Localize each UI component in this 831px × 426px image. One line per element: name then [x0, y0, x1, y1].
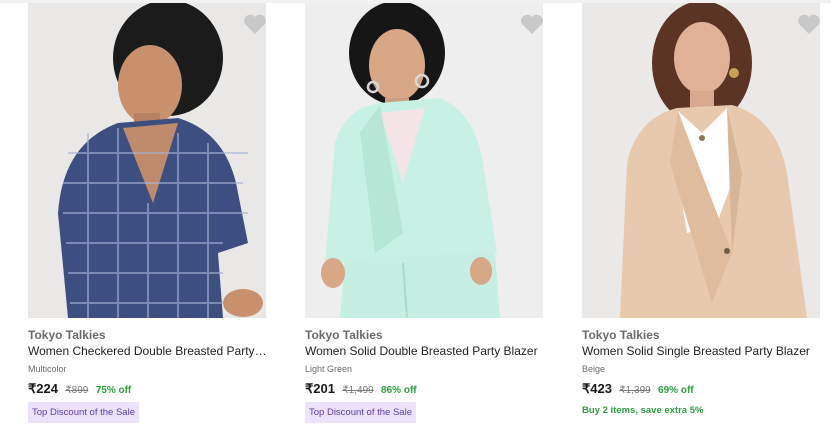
price-row: ₹423 ₹1,399 69% off	[582, 381, 694, 397]
original-price: ₹899	[65, 385, 89, 396]
heart-icon[interactable]	[520, 13, 544, 35]
price-row: ₹201 ₹1,499 86% off	[305, 381, 417, 397]
product-card[interactable]: Tokyo Talkies Women Solid Single Breaste…	[582, 3, 820, 426]
heart-icon[interactable]	[243, 13, 267, 35]
product-brand: Tokyo Talkies	[305, 328, 383, 342]
product-image[interactable]	[305, 3, 543, 318]
selling-price: ₹201	[305, 381, 335, 396]
product-title[interactable]: Women Checkered Double Breasted Party Bl…	[28, 344, 268, 358]
selling-price: ₹423	[582, 381, 612, 396]
discount-percent: 69% off	[658, 385, 694, 396]
product-image[interactable]	[582, 3, 820, 318]
sale-badge: Top Discount of the Sale	[305, 402, 416, 423]
bundle-offer: Buy 2 items, save extra 5%	[582, 405, 704, 416]
heart-icon[interactable]	[797, 13, 821, 35]
price-row: ₹224 ₹899 75% off	[28, 381, 131, 397]
product-card[interactable]: Tokyo Talkies Women Checkered Double Bre…	[28, 3, 268, 426]
sale-badge: Top Discount of the Sale	[28, 402, 139, 423]
product-card[interactable]: Tokyo Talkies Women Solid Double Breaste…	[305, 3, 543, 426]
product-color: Light Green	[305, 364, 353, 374]
product-brand: Tokyo Talkies	[28, 328, 106, 342]
discount-percent: 75% off	[95, 385, 132, 396]
product-brand: Tokyo Talkies	[582, 328, 660, 342]
product-title[interactable]: Women Solid Double Breasted Party Blazer	[305, 344, 545, 358]
product-color: Beige	[582, 364, 606, 374]
discount-percent: 86% off	[381, 385, 417, 396]
product-color: Multicolor	[28, 364, 67, 374]
product-title[interactable]: Women Solid Single Breasted Party Blazer	[582, 344, 822, 358]
selling-price: ₹224	[28, 381, 58, 396]
original-price: ₹1,399	[619, 385, 651, 396]
product-image[interactable]	[28, 3, 266, 318]
original-price: ₹1,499	[342, 385, 374, 396]
